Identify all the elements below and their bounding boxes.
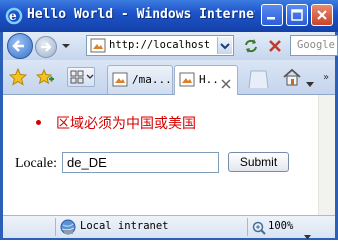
chevron-down-icon [62, 44, 70, 48]
vertical-scrollbar[interactable] [318, 95, 335, 215]
page-content: 区域必须为中国或美国 Locale: de_DE Submit [3, 95, 318, 215]
page-icon [112, 72, 128, 87]
forward-button[interactable] [35, 36, 57, 58]
back-arrow-icon [12, 40, 24, 52]
error-text: 区域必须为中国或美国 [56, 116, 196, 132]
search-placeholder: Google [297, 39, 335, 51]
stop-button[interactable] [265, 36, 285, 56]
tab-close-icon[interactable] [221, 74, 231, 89]
page-icon [179, 72, 195, 87]
minimize-button[interactable] [261, 4, 283, 26]
svg-text:e: e [9, 9, 17, 23]
minimize-icon [267, 17, 275, 20]
status-divider [55, 218, 56, 236]
quick-tabs-icon [70, 70, 94, 84]
tab-label: H... [199, 73, 221, 86]
home-dropdown[interactable] [306, 73, 314, 87]
maximize-icon [291, 9, 303, 21]
zoom-icon[interactable] [252, 220, 266, 235]
quick-tabs-button[interactable] [67, 67, 95, 87]
new-tab-button[interactable] [246, 67, 270, 89]
chevron-down-icon [304, 235, 311, 240]
chevron-down-icon [220, 43, 230, 50]
close-icon [317, 10, 327, 20]
locale-value: de_DE [67, 155, 107, 170]
address-dropdown[interactable] [217, 37, 232, 54]
new-tab-icon [248, 70, 269, 89]
home-icon [283, 68, 301, 86]
status-divider [247, 218, 248, 236]
window-title: Hello World - Windows Internet Explorer [27, 7, 255, 22]
add-favorites-icon[interactable] [35, 68, 54, 86]
submit-button[interactable]: Submit [228, 152, 289, 172]
tab-bar: /ma... H... » [3, 60, 335, 95]
zoom-level[interactable]: 100% [268, 220, 293, 232]
security-zone-text: Local intranet [80, 220, 169, 232]
tab-label: /ma... [132, 73, 172, 86]
address-text[interactable]: http://localhost:8080/ [109, 39, 209, 51]
refresh-button[interactable] [241, 36, 261, 56]
status-bar: Local intranet 100% [3, 215, 335, 240]
address-bar[interactable]: http://localhost:8080/ [86, 35, 234, 56]
refresh-icon [245, 39, 257, 53]
browser-window: e Hello World - Windows Internet Explore… [0, 0, 338, 240]
navigation-bar: http://localhost:8080/ Google [3, 32, 338, 60]
tab-hello-world[interactable]: H... [174, 65, 238, 95]
locale-input[interactable]: de_DE [62, 152, 219, 173]
chevron-down-icon [306, 82, 314, 87]
zoom-dropdown[interactable] [304, 225, 311, 240]
close-button[interactable] [311, 4, 333, 26]
stop-icon [269, 40, 281, 52]
maximize-button[interactable] [286, 4, 308, 26]
search-input[interactable]: Google [290, 35, 338, 56]
intranet-zone-icon [60, 219, 76, 235]
title-bar: e Hello World - Windows Internet Explore… [0, 0, 338, 32]
back-button[interactable] [7, 33, 33, 59]
favorites-icon[interactable] [8, 67, 28, 86]
forward-arrow-icon [41, 42, 52, 52]
page-icon [90, 38, 106, 53]
bullet-icon [36, 120, 41, 125]
home-button[interactable] [282, 67, 302, 87]
locale-label: Locale: [15, 156, 57, 171]
more-tools-icon[interactable]: » [323, 72, 329, 83]
recent-pages-dropdown[interactable] [60, 38, 72, 52]
tab-manager[interactable]: /ma... [107, 65, 173, 94]
ie-icon: e [5, 7, 23, 25]
